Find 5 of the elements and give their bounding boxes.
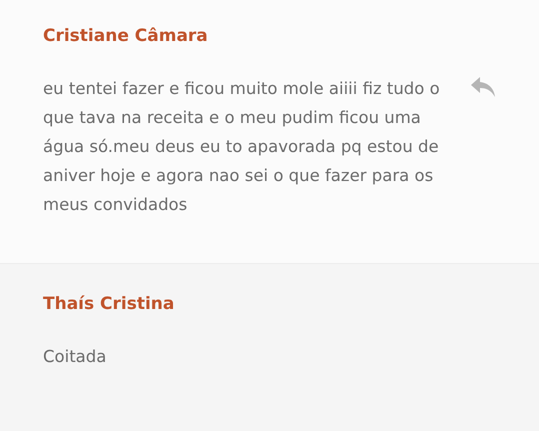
comment-author: Thaís Cristina bbox=[43, 294, 174, 314]
reply-icon[interactable] bbox=[470, 76, 496, 98]
comment-author: Cristiane Câmara bbox=[43, 26, 208, 46]
comment-text: eu tentei fazer e ficou muito mole aiiii fiz tudo o que tava na receita e o meu pudim ficou uma água só.meu deus eu to apavorada pq estou de aniver hoje e agora nao sei o que fazer para os meus convidados bbox=[43, 78, 441, 216]
comment-text: Coitada bbox=[43, 346, 108, 368]
